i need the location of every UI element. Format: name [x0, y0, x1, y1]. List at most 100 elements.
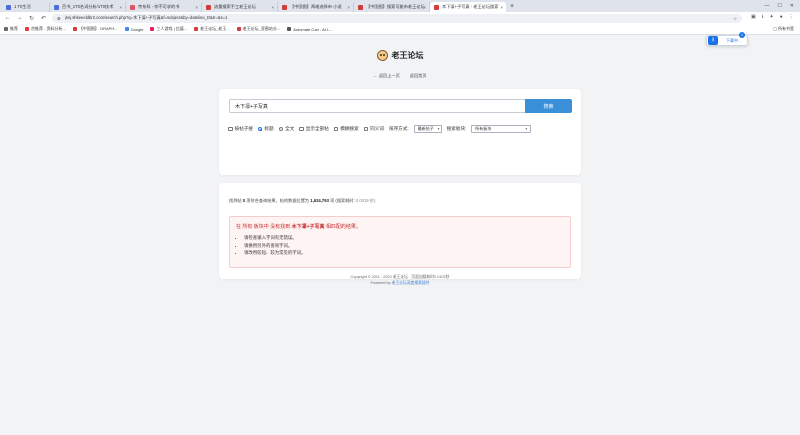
bookmark-item[interactable]: 推荐 [4, 26, 18, 32]
window-controls: — ☐ ✕ [764, 1, 794, 11]
checkbox[interactable] [299, 126, 304, 132]
extension-icon[interactable]: ▣ [751, 14, 756, 22]
all-bookmarks[interactable]: ▢ 所有书签 [773, 26, 794, 32]
bookmark-label: 老王论坛_老王... [200, 26, 230, 31]
browser-tab[interactable]: 【中国图】搜索可能市老王论坛 × [354, 2, 430, 12]
tab-title: 流量搜索手工老王论坛 [214, 4, 256, 9]
bookmark-favicon-icon [124, 27, 129, 31]
tab-title: 京东科 - 你不可求的书 [138, 4, 180, 9]
search-option[interactable]: 显示全部帖 [299, 126, 329, 132]
search-option-label: 标题 [264, 126, 274, 131]
tab-close-icon[interactable]: × [195, 5, 198, 10]
new-tab-button[interactable]: + [506, 2, 518, 12]
bookmark-label: Automate Cad - AI L... [293, 26, 333, 32]
search-option-label: 按帖子搜 [234, 126, 253, 131]
menu-icon[interactable]: ⋮ [789, 14, 794, 22]
minimize-icon[interactable]: — [764, 1, 769, 11]
checkbox[interactable] [228, 126, 233, 132]
home-link[interactable]: 返回首页 [410, 73, 427, 79]
bookmark-label: 推荐 [10, 26, 18, 31]
browser-tab[interactable]: 百书_1T0名词分析/1T0技术 × [50, 2, 126, 12]
board-select[interactable]: 所有板块 ▾ [471, 125, 532, 133]
page-content: 老王论坛 ← 返回上一页 返回首页 搜索 按帖子搜 标题 全文 显示全部帖 模糊搜索 同义… [0, 35, 800, 435]
sort-select-value: 最新帖子 [417, 126, 434, 131]
forward-icon[interactable]: → [16, 15, 23, 21]
browser-tab[interactable]: 木下凛+子写真 - 老王论坛搜索 × [430, 2, 506, 12]
tips-list: 请检查输入字词有无错误。 请换用另外的查询字词。 请改用较短、较为常见的字词。 [236, 234, 564, 257]
search-option[interactable]: 全文 [278, 126, 294, 132]
stats-mid: 项符合查询结果，帖的数据位置为 [246, 198, 310, 203]
site-header: 老王论坛 [0, 50, 800, 61]
tab-favicon-icon [130, 4, 135, 10]
back-icon[interactable]: ← [4, 15, 11, 21]
site-info-icon[interactable]: ⚙ [57, 16, 61, 21]
browser-tab[interactable]: 1 T0生活 [2, 2, 50, 12]
tab-close-icon[interactable]: × [423, 5, 426, 10]
tab-close-icon[interactable]: × [119, 5, 122, 10]
address-bar[interactable]: ⚙ jsnj.shkeeeldbr2.com/search.php?q=木下凛+… [52, 13, 742, 23]
powered-link[interactable]: 老王论坛深度搜索插件 [392, 281, 430, 285]
bookmark-star-icon[interactable]: ☆ [733, 16, 737, 21]
download-icon[interactable]: ⭳ [762, 14, 764, 22]
tab-close-icon[interactable]: × [271, 5, 274, 10]
tip-item: 请换用另外的查询字词。 [244, 242, 564, 250]
browser-tab[interactable]: 京东科 - 你不可求的书 × [126, 2, 202, 12]
tab-title: 【中国图】搜索可能市老王论坛 [366, 4, 425, 9]
search-option-label: 模糊搜索 [340, 126, 359, 131]
search-input[interactable] [229, 99, 525, 113]
reload-icon[interactable]: ↻ [28, 15, 35, 22]
tab-favicon-icon [282, 4, 287, 10]
bookmark-item[interactable]: 【中国图】 GRAPH... [72, 26, 118, 32]
browser-tab[interactable]: 流量搜索手工老王论坛 × [202, 2, 278, 12]
browser-tab[interactable]: 【中国图】两难选择市·小说 × [278, 2, 354, 12]
profile-icon[interactable]: ● [780, 14, 783, 22]
tab-close-icon[interactable]: × [500, 5, 503, 10]
checkbox[interactable] [363, 126, 369, 132]
search-button[interactable]: 搜索 [525, 99, 572, 113]
back-link[interactable]: ← 返回上一页 [373, 73, 399, 79]
tab-title: 木下凛+子写真 - 老王论坛搜索 [442, 4, 499, 9]
site-logo-icon[interactable] [376, 50, 388, 61]
bookmark-label: 老王论坛_亚图站分... [242, 26, 281, 31]
bookmark-item[interactable]: Automate Cad - AI L... [287, 26, 333, 32]
search-option[interactable]: 按帖子搜 [228, 126, 253, 132]
sort-label: 排序方式: [388, 126, 409, 131]
tab-title: 【中国图】两难选择市·小说 [290, 4, 342, 9]
bookmark-item[interactable]: 老王论坛_亚图站分... [236, 26, 281, 32]
total-count: 1,624,793 [310, 198, 329, 203]
stats-prefix: 找到帖 [229, 198, 242, 203]
checkbox[interactable] [333, 126, 339, 132]
bookmark-item[interactable]: Google [124, 27, 143, 32]
search-option[interactable]: 模糊搜索 [333, 126, 359, 132]
maximize-icon[interactable]: ☐ [777, 1, 781, 11]
tab-favicon-icon [358, 4, 363, 10]
tab-strip: 1 T0生活 百书_1T0名词分析/1T0技术 × 京东科 - 你不可求的书 × 流量搜索… [0, 0, 800, 12]
chevron-down-icon: ▾ [525, 127, 528, 131]
tab-favicon-icon [6, 4, 11, 10]
tab-close-icon[interactable]: × [347, 5, 350, 10]
tip-item: 请改用较短、较为常见的字词。 [244, 249, 564, 257]
radio-button[interactable] [257, 126, 263, 132]
bookmark-favicon-icon [72, 27, 77, 31]
bookmark-item[interactable]: 三人游戏 | 比值... [150, 26, 187, 32]
site-title[interactable]: 老王论坛 [392, 50, 424, 61]
bookmark-item[interactable]: 老王论坛_老王... [194, 26, 230, 32]
result-stats: 找到帖 0 项符合查询结果，帖的数据位置为 1,624,793 项 (搜索耗时:… [229, 198, 375, 204]
radio-button[interactable] [278, 126, 284, 132]
bookmark-favicon-icon [194, 27, 199, 31]
search-options: 按帖子搜 标题 全文 显示全部帖 模糊搜索 同义词 排序方式: 最新帖子 ▾ 搜索板块: 所… [228, 125, 532, 133]
search-option[interactable]: 标题 [257, 126, 274, 132]
search-row: 搜索 [229, 99, 572, 113]
toolbar-icons: ▣ ⭳ ✦ ● ⋮ [751, 14, 794, 22]
tab-title: 1 T0生活 [14, 4, 31, 9]
search-option[interactable]: 同义词 [363, 126, 384, 132]
sort-select[interactable]: 最新帖子 ▾ [413, 125, 442, 133]
close-window-icon[interactable]: ✕ [790, 1, 794, 11]
history-icon[interactable]: ↶ [40, 15, 47, 22]
bookmark-favicon-icon [25, 27, 29, 31]
tab-favicon-icon [54, 4, 59, 10]
url-text[interactable]: jsnj.shkeeeldbr2.com/search.php?q=木下凛+子写… [65, 15, 729, 21]
puzzle-icon[interactable]: ✦ [770, 14, 774, 22]
found-count: 0 [242, 198, 246, 203]
bookmark-item[interactable]: 京推荐 - 资料分析... [25, 26, 66, 32]
